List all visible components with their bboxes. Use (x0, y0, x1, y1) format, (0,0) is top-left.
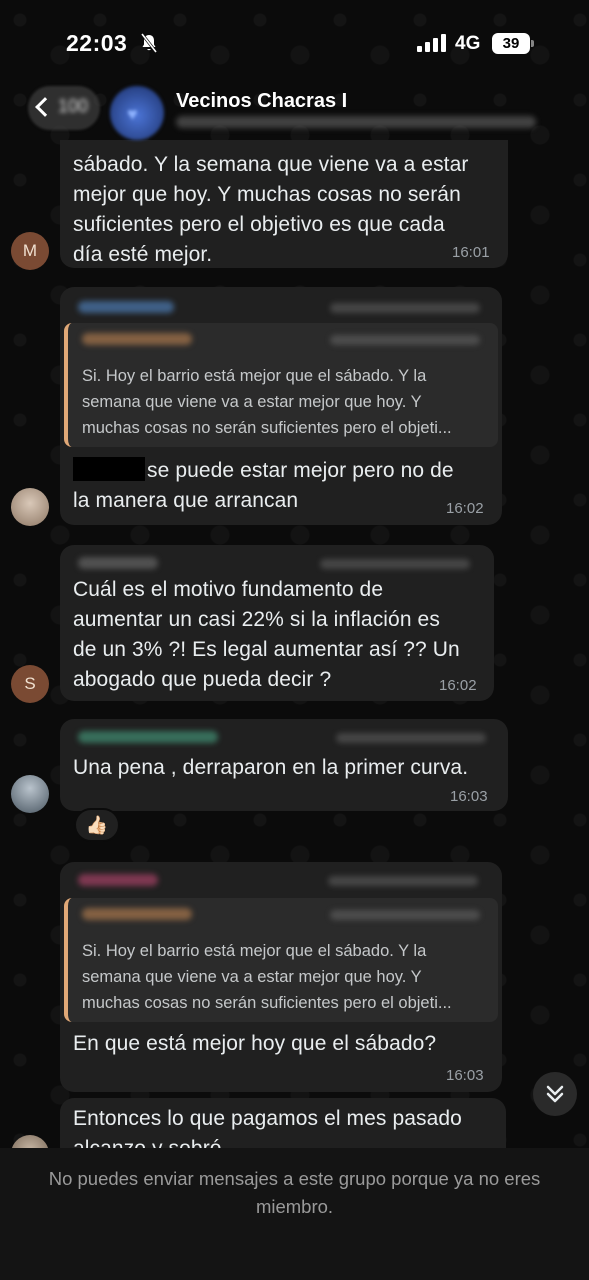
signal-icon (417, 34, 447, 52)
not-member-notice: No puedes enviar mensajes a este grupo p… (48, 1168, 541, 1217)
battery-level: 39 (492, 33, 530, 54)
message-line: suficientes pero el objetivo es que cada (73, 213, 445, 236)
sender-name (78, 874, 158, 886)
avatar-letter: S (24, 674, 36, 693)
message-line: se puede estar mejor pero no de (73, 456, 498, 486)
status-time: 22:03 (66, 30, 128, 56)
message-line: aumentar un casi 22% si la inflación es (73, 608, 440, 631)
message-line: abogado que pueda decir ? (73, 668, 332, 691)
sender-name (78, 301, 174, 313)
network-type: 4G (455, 33, 481, 54)
quoted-message[interactable]: Si. Hoy el barrio está mejor que el sába… (64, 898, 498, 1022)
group-title[interactable]: Vecinos Chacras I (176, 90, 347, 113)
avatar[interactable] (11, 775, 49, 813)
message-line: En que está mejor hoy que el sábado? (73, 1032, 437, 1055)
message-bubble[interactable]: Una pena , derraparon en la primer curva… (60, 719, 508, 811)
message-time: 16:02 (446, 500, 484, 517)
avatar-letter: M (22, 241, 38, 260)
message-bubble[interactable]: sábado. Y la semana que viene va a estar… (60, 140, 508, 268)
message-line: sábado. Y la semana que viene va a estar (73, 153, 469, 176)
reaction-badge[interactable]: 👍🏻 (74, 808, 120, 842)
message-bubble[interactable]: Si. Hoy el barrio está mejor que el sába… (60, 862, 502, 1092)
scroll-to-bottom-button[interactable] (533, 1072, 577, 1116)
quote-line: semana que viene va a estar mejor que ho… (82, 393, 422, 411)
message-line: de un 3% ?! Es legal aumentar así ?? Un (73, 638, 460, 661)
quoted-sender-phone (330, 910, 480, 920)
chat-header: 100 ♥ Vecinos Chacras I (0, 80, 589, 140)
redacted-name (73, 457, 145, 481)
quoted-sender (82, 908, 192, 920)
unread-count: 100 (58, 96, 89, 116)
avatar[interactable]: M (11, 232, 49, 270)
message-time: 16:02 (439, 677, 477, 694)
avatar[interactable] (11, 488, 49, 526)
quote-line: semana que viene va a estar mejor que ho… (82, 968, 422, 986)
sender-phone (330, 303, 480, 313)
battery-icon: 39 (492, 33, 534, 54)
quoted-message[interactable]: Si. Hoy el barrio está mejor que el sába… (64, 323, 498, 447)
message-line: Una pena , derraparon en la primer curva… (73, 756, 469, 779)
group-avatar[interactable]: ♥ (110, 86, 164, 140)
group-members[interactable] (176, 116, 536, 128)
status-bar: 22:03 4G 39 (0, 0, 589, 80)
sender-phone (328, 876, 478, 886)
heart-icon: ♥ (127, 104, 138, 124)
composer-disabled-bar: No puedes enviar mensajes a este grupo p… (0, 1148, 589, 1280)
bell-slash-icon (140, 33, 158, 53)
thumbs-up-icon: 👍🏻 (85, 815, 109, 835)
double-chevron-down-icon (546, 1085, 564, 1103)
message-line: alcanzo y sobró (73, 1134, 503, 1148)
quoted-sender-phone (330, 335, 480, 345)
message-line: la manera que arrancan (73, 489, 299, 512)
avatar[interactable]: S (11, 665, 49, 703)
quoted-sender (82, 333, 192, 345)
message-bubble[interactable]: Cuál es el motivo fundamento de aumentar… (60, 545, 494, 701)
sender-phone (320, 559, 470, 569)
message-line: día esté mejor. (73, 243, 213, 266)
message-line: Cuál es el motivo fundamento de (73, 578, 384, 601)
sender-name (78, 557, 158, 569)
sender-phone (336, 733, 486, 743)
chat-area[interactable]: sábado. Y la semana que viene va a estar… (0, 0, 589, 1148)
sender-name (78, 731, 218, 743)
message-bubble[interactable]: Si. Hoy el barrio está mejor que el sába… (60, 287, 502, 525)
message-time: 16:01 (452, 244, 490, 261)
quote-line: muchas cosas no serán suficientes pero e… (82, 419, 452, 437)
message-bubble[interactable]: Entonces lo que pagamos el mes pasado al… (60, 1098, 506, 1148)
message-time: 16:03 (446, 1067, 484, 1084)
quote-line: Si. Hoy el barrio está mejor que el sába… (82, 367, 427, 385)
message-time: 16:03 (450, 788, 488, 805)
message-line: Entonces lo que pagamos el mes pasado (73, 1107, 462, 1130)
avatar[interactable] (11, 1135, 49, 1148)
quote-line: muchas cosas no serán suficientes pero e… (82, 994, 452, 1012)
message-line: mejor que hoy. Y muchas cosas no serán (73, 183, 461, 206)
quote-line: Si. Hoy el barrio está mejor que el sába… (82, 942, 427, 960)
